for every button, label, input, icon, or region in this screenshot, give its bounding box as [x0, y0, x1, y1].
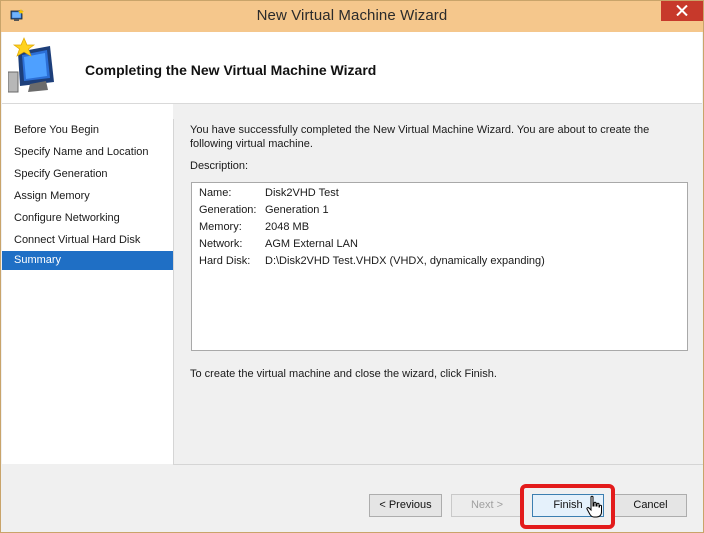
nav-item-before-you-begin[interactable]: Before You Begin [2, 121, 173, 140]
close-icon [676, 4, 688, 17]
summary-value: 2048 MB [265, 221, 310, 233]
close-button[interactable] [661, 1, 703, 21]
nav-divider [173, 119, 174, 465]
summary-key: Network: [199, 238, 243, 250]
summary-value: Disk2VHD Test [265, 187, 339, 199]
nav-item-configure-networking[interactable]: Configure Networking [2, 209, 173, 228]
intro-text-line1: You have successfully completed the New … [190, 124, 650, 136]
summary-key: Hard Disk: [199, 255, 251, 267]
wizard-window: New Virtual Machine Wizard Completing th… [0, 0, 704, 533]
nav-item-specify-name-location[interactable]: Specify Name and Location [2, 143, 173, 162]
next-button[interactable]: Next > [451, 494, 523, 517]
wizard-header: Completing the New Virtual Machine Wizar… [2, 32, 702, 104]
intro-text-line2: following virtual machine. [190, 138, 313, 150]
previous-button[interactable]: < Previous [369, 494, 442, 517]
title-bar[interactable]: New Virtual Machine Wizard [1, 1, 703, 32]
summary-key: Memory: [199, 221, 242, 233]
summary-key: Generation: [199, 204, 257, 216]
window-title: New Virtual Machine Wizard [256, 7, 448, 24]
mouse-pointer-icon [586, 495, 602, 518]
nav-item-summary[interactable]: Summary [2, 251, 173, 270]
summary-key: Name: [199, 187, 232, 199]
new-vm-wizard-icon [8, 37, 54, 93]
cancel-button[interactable]: Cancel [614, 494, 687, 517]
footer-divider [174, 464, 703, 465]
summary-value: AGM External LAN [265, 238, 358, 250]
nav-item-specify-generation[interactable]: Specify Generation [2, 165, 173, 184]
summary-value: Generation 1 [265, 204, 329, 216]
wizard-nav: Before You Begin Specify Name and Locati… [2, 104, 173, 464]
summary-textbox[interactable]: Name: Disk2VHD Test Generation: Generati… [191, 182, 688, 351]
nav-item-connect-vhd[interactable]: Connect Virtual Hard Disk [2, 231, 173, 250]
page-title: Completing the New Virtual Machine Wizar… [85, 62, 377, 78]
finish-hint-text: To create the virtual machine and close … [190, 368, 497, 380]
summary-value: D:\Disk2VHD Test.VHDX (VHDX, dynamically… [265, 255, 545, 267]
description-label: Description: [190, 160, 249, 172]
nav-item-assign-memory[interactable]: Assign Memory [2, 187, 173, 206]
